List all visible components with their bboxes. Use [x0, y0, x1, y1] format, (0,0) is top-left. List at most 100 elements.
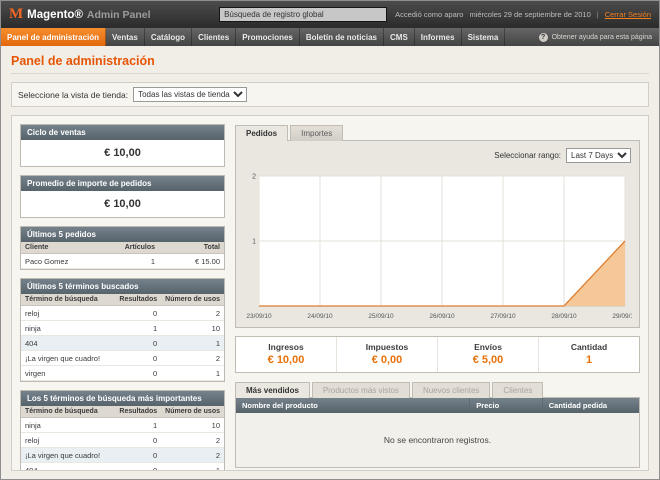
- page-title: Panel de administración: [11, 54, 649, 74]
- global-search-input[interactable]: [219, 7, 387, 22]
- table-row[interactable]: reloj02: [21, 306, 224, 321]
- store-view-select[interactable]: Todas las vistas de tienda: [133, 87, 247, 102]
- total-label: Cantidad: [539, 342, 639, 352]
- magento-logo: M Magento® Admin Panel: [9, 7, 211, 22]
- tab-importes[interactable]: Importes: [290, 125, 343, 141]
- column-header: Resultados: [115, 406, 161, 418]
- card-title: Los 5 términos de búsqueda más important…: [21, 391, 224, 406]
- products-table: Nombre del productoPrecioCantidad pedida: [236, 398, 639, 413]
- column-header: Nombre del producto: [236, 398, 470, 413]
- table-row[interactable]: ninja110: [21, 321, 224, 336]
- table-cell: 404: [21, 336, 115, 351]
- nav-item-informes[interactable]: Informes: [415, 28, 462, 46]
- dashboard-right-column: Pedidos Importes Seleccionar rango: Last…: [235, 124, 640, 462]
- card-title: Últimos 5 pedidos: [21, 227, 224, 242]
- column-header: Número de usos: [161, 294, 224, 306]
- table-cell: 404: [21, 463, 115, 472]
- card-title: Últimos 5 términos buscados: [21, 279, 224, 294]
- column-header: Número de usos: [161, 406, 224, 418]
- column-header: Cliente: [21, 242, 114, 254]
- logo-subtitle: Admin Panel: [87, 9, 151, 21]
- svg-text:27/09/10: 27/09/10: [490, 313, 516, 320]
- total-label: Impuestos: [337, 342, 437, 352]
- tab-nuevos-clientes[interactable]: Nuevos clientes: [412, 382, 490, 398]
- svg-text:26/09/10: 26/09/10: [429, 313, 455, 320]
- svg-text:1: 1: [252, 239, 256, 246]
- tab-pedidos[interactable]: Pedidos: [235, 125, 288, 141]
- tab-mas-vendidos[interactable]: Más vendidos: [235, 382, 310, 398]
- help-link[interactable]: ? Obtener ayuda para esta página: [532, 28, 659, 46]
- table-cell: 0: [115, 336, 161, 351]
- svg-text:28/09/10: 28/09/10: [551, 313, 577, 320]
- last-orders-table: ClienteArtículosTotalPaco Gomez1€ 15.00: [21, 242, 224, 269]
- column-header: Total: [159, 242, 224, 254]
- tab-clientes[interactable]: Clientes: [492, 382, 543, 398]
- table-cell: 2: [161, 351, 224, 366]
- table-cell: 2: [161, 306, 224, 321]
- table-row[interactable]: ¡La virgen que cuadro!02: [21, 351, 224, 366]
- total-value: € 5,00: [438, 354, 538, 366]
- orders-chart-area: 1223/09/1024/09/1025/09/1026/09/1027/09/…: [241, 168, 634, 322]
- last-search-terms-table: Término de búsquedaResultadosNúmero de u…: [21, 294, 224, 381]
- tab-productos-mas-vistos[interactable]: Productos más vistos: [312, 382, 410, 398]
- table-cell: 10: [161, 418, 224, 433]
- table-row[interactable]: 40401: [21, 336, 224, 351]
- products-table-wrap: Nombre del productoPrecioCantidad pedida…: [235, 397, 640, 468]
- range-selector-row: Seleccionar rango: Last 7 Days: [241, 146, 634, 168]
- total-cantidad: Cantidad 1: [538, 337, 639, 372]
- table-cell: 1: [114, 254, 159, 269]
- nav-item-boletin[interactable]: Boletín de noticias: [300, 28, 384, 46]
- total-label: Envíos: [438, 342, 538, 352]
- column-header: Resultados: [115, 294, 161, 306]
- current-date: miércoles 29 de septiembre de 2010: [469, 10, 590, 19]
- table-cell: ¡La virgen que cuadro!: [21, 448, 115, 463]
- nav-item-cms[interactable]: CMS: [384, 28, 415, 46]
- products-tab-bar: Más vendidos Productos más vistos Nuevos…: [235, 381, 640, 397]
- nav-item-sistema[interactable]: Sistema: [462, 28, 506, 46]
- table-cell: 10: [161, 321, 224, 336]
- table-cell: 0: [115, 463, 161, 472]
- table-row[interactable]: ninja110: [21, 418, 224, 433]
- table-cell: 1: [115, 321, 161, 336]
- total-ingresos: Ingresos € 10,00: [236, 337, 336, 372]
- magento-logo-icon: M: [9, 7, 23, 22]
- table-row[interactable]: ¡La virgen que cuadro!02: [21, 448, 224, 463]
- range-select[interactable]: Last 7 Days: [566, 148, 631, 163]
- top-header: M Magento® Admin Panel Accedió como apar…: [1, 1, 659, 28]
- nav-item-ventas[interactable]: Ventas: [106, 28, 145, 46]
- content-area: Panel de administración Seleccione la vi…: [1, 46, 659, 479]
- nav-item-promociones[interactable]: Promociones: [236, 28, 300, 46]
- table-cell: € 15.00: [159, 254, 224, 269]
- table-row[interactable]: reloj02: [21, 433, 224, 448]
- table-cell: 2: [161, 433, 224, 448]
- lifetime-sales-value: € 10,00: [21, 140, 224, 166]
- column-header: Término de búsqueda: [21, 406, 115, 418]
- table-row[interactable]: virgen01: [21, 366, 224, 381]
- table-cell: 0: [115, 306, 161, 321]
- nav-item-catalogo[interactable]: Catálogo: [145, 28, 192, 46]
- svg-text:23/09/10: 23/09/10: [246, 313, 272, 320]
- top-search-terms-card: Los 5 términos de búsqueda más important…: [20, 390, 225, 471]
- help-icon: ?: [539, 33, 548, 42]
- table-cell: 0: [115, 433, 161, 448]
- total-value: € 0,00: [337, 354, 437, 366]
- table-cell: 1: [161, 463, 224, 472]
- column-header: Artículos: [114, 242, 159, 254]
- store-view-switcher: Seleccione la vista de tienda: Todas las…: [11, 82, 649, 107]
- table-row[interactable]: 40401: [21, 463, 224, 472]
- nav-item-dashboard[interactable]: Panel de administración: [1, 28, 106, 46]
- table-cell: 1: [115, 418, 161, 433]
- table-cell: ninja: [21, 418, 115, 433]
- orders-chart: 1223/09/1024/09/1025/09/1026/09/1027/09/…: [243, 170, 632, 322]
- divider: |: [597, 10, 599, 19]
- table-cell: virgen: [21, 366, 115, 381]
- table-cell: reloj: [21, 433, 115, 448]
- table-cell: 0: [115, 448, 161, 463]
- average-orders-card: Promedio de importe de pedidos € 10,00: [20, 175, 225, 218]
- dashboard-left-column: Ciclo de ventas € 10,00 Promedio de impo…: [20, 124, 225, 462]
- table-row[interactable]: Paco Gomez1€ 15.00: [21, 254, 224, 269]
- table-cell: 0: [115, 351, 161, 366]
- totals-row: Ingresos € 10,00 Impuestos € 0,00 Envíos…: [235, 336, 640, 373]
- nav-item-clientes[interactable]: Clientes: [192, 28, 236, 46]
- logout-link[interactable]: Cerrar Sesión: [605, 10, 651, 19]
